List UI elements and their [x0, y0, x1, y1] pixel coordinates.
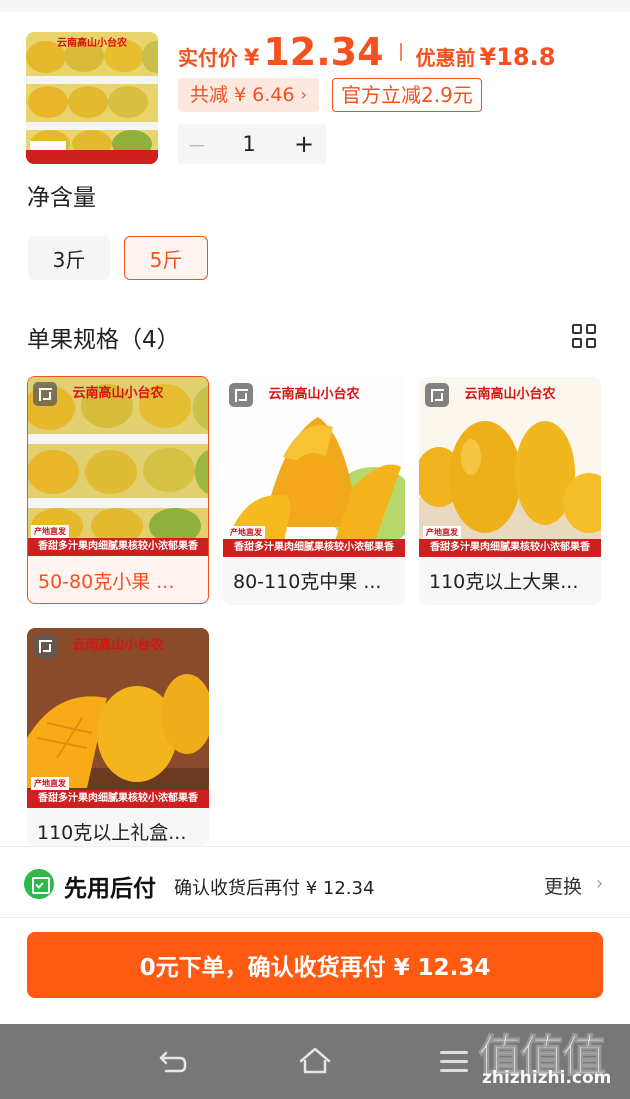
price-divider — [399, 43, 402, 61]
expand-icon[interactable] — [425, 383, 449, 407]
banner-badge: 产地直发 — [31, 525, 69, 538]
spec-card-gift[interactable]: 云南高山小台农 产地直发 香甜多汁果肉细腻果核较小浓郁果香 110克以上礼盒..… — [27, 628, 209, 846]
pay-later-icon — [24, 869, 54, 899]
increase-button[interactable]: + — [282, 130, 326, 158]
grid-view-icon[interactable] — [572, 324, 596, 348]
spec-card-small[interactable]: 云南高山小台农 产地直发 香甜多汁果肉细腻果核较小浓郁果香 50-80克小果 .… — [27, 376, 209, 604]
official-discount-tag: 官方立减2.9元 — [332, 78, 482, 112]
banner-tagline: 香甜多汁果肉细腻果核较小浓郁果香 — [223, 539, 405, 557]
place-order-button[interactable]: 0元下单，确认收货再付 ¥ 12.34 — [27, 932, 603, 998]
quantity-stepper: － 1 + — [178, 124, 326, 164]
watermark-url: zhizhizhi.com — [482, 1068, 612, 1088]
expand-icon[interactable] — [33, 634, 57, 658]
spec-card-medium[interactable]: 云南高山小台农 产地直发 香甜多汁果肉细腻果核较小浓郁果香 80-110克中果 … — [223, 377, 405, 605]
svg-text:云南高山小台农: 云南高山小台农 — [57, 36, 127, 49]
net-content-title: 净含量 — [27, 185, 96, 211]
banner-badge: 产地直发 — [423, 526, 461, 539]
expand-icon[interactable] — [33, 382, 57, 406]
back-icon[interactable] — [158, 1048, 188, 1074]
actual-price-label: 实付价 — [178, 46, 238, 70]
quantity-value[interactable]: 1 — [216, 132, 282, 156]
banner-badge: 产地直发 — [227, 526, 265, 539]
option-5-jin[interactable]: 5斤 — [124, 236, 208, 280]
menu-icon[interactable] — [440, 1051, 468, 1073]
chevron-right-icon: › — [300, 85, 307, 104]
discount-detail-button[interactable]: 共减 ¥ 6.46 › — [178, 78, 319, 112]
change-payment-button[interactable]: 更换 — [544, 872, 582, 899]
spec-label: 110克以上礼盒... — [37, 822, 187, 844]
top-strip — [0, 0, 630, 12]
pay-later-description: 确认收货后再付 ¥ 12.34 — [174, 878, 375, 899]
actual-price: 12.34 — [263, 30, 384, 74]
spec-image-medium: 云南高山小台农 产地直发 香甜多汁果肉细腻果核较小浓郁果香 — [223, 377, 405, 557]
price-row: 实付价 ¥ 12.34 优惠前 ¥18.8 — [178, 30, 555, 74]
original-price-label: 优惠前 — [415, 46, 476, 70]
banner-tagline: 香甜多汁果肉细腻果核较小浓郁果香 — [419, 539, 601, 557]
discount-total: 共减 ¥ 6.46 — [190, 84, 295, 106]
currency-symbol: ¥ — [244, 46, 260, 71]
spec-label: 110克以上大果... — [429, 571, 579, 593]
expand-icon[interactable] — [229, 383, 253, 407]
spec-card-large[interactable]: 云南高山小台农 产地直发 香甜多汁果肉细腻果核较小浓郁果香 110克以上大果..… — [419, 377, 601, 605]
pay-later-bar[interactable]: 先用后付 确认收货后再付 ¥ 12.34 更换 › — [0, 846, 630, 918]
spec-title: 单果规格（4） — [27, 327, 180, 353]
pay-later-title: 先用后付 — [64, 876, 156, 902]
spec-label: 50-80克小果 ... — [38, 571, 175, 593]
chevron-right-icon: › — [596, 873, 604, 894]
spec-image-small: 云南高山小台农 产地直发 香甜多汁果肉细腻果核较小浓郁果香 — [28, 377, 208, 556]
banner-tagline: 香甜多汁果肉细腻果核较小浓郁果香 — [28, 538, 208, 556]
spec-image-gift: 云南高山小台农 产地直发 香甜多汁果肉细腻果核较小浓郁果香 — [27, 628, 209, 808]
product-thumbnail[interactable]: 云南高山小台农 — [26, 32, 158, 164]
option-3-jin[interactable]: 3斤 — [28, 236, 110, 280]
spec-label: 80-110克中果 ... — [233, 571, 382, 593]
banner-badge: 产地直发 — [31, 777, 69, 790]
home-icon[interactable] — [298, 1046, 332, 1076]
original-price: ¥18.8 — [479, 43, 556, 71]
banner-tagline: 香甜多汁果肉细腻果核较小浓郁果香 — [27, 790, 209, 808]
decrease-button[interactable]: － — [178, 130, 216, 159]
spec-image-large: 云南高山小台农 产地直发 香甜多汁果肉细腻果核较小浓郁果香 — [419, 377, 601, 557]
